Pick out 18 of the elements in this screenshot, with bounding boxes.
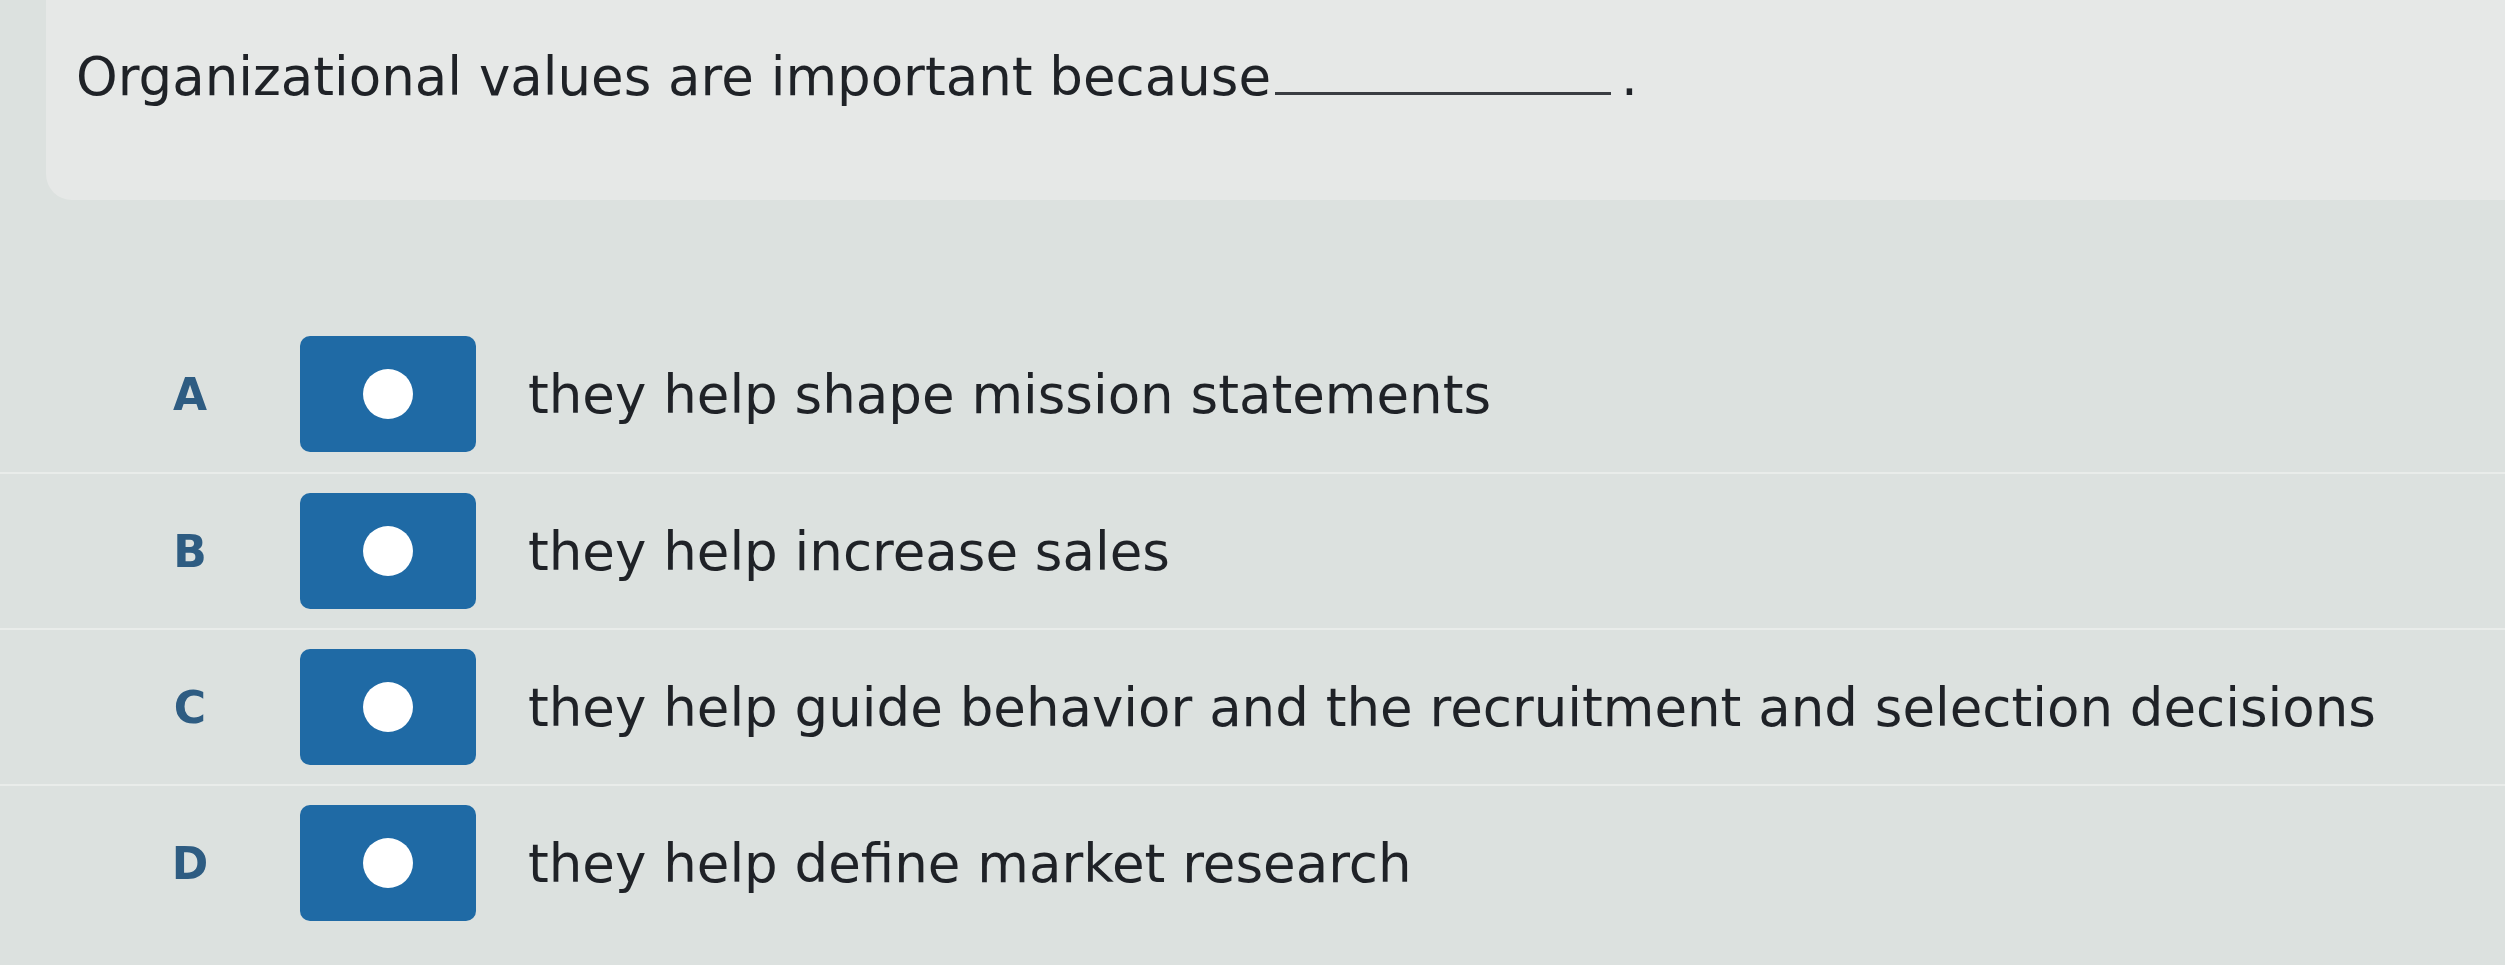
question-period: . [1621,45,1638,109]
option-letter: A [171,368,209,420]
radio-button[interactable] [300,336,476,452]
option-text: they help guide behavior and the recruitment and selection decisions [528,676,2376,738]
radio-button[interactable] [300,493,476,609]
radio-dot-icon [363,838,413,888]
option-text: they help shape mission statements [528,363,1492,425]
option-text: they help define market research [528,832,1412,894]
option-letter: C [172,681,208,733]
option-letter: B [172,525,208,577]
radio-button[interactable] [300,805,476,921]
question-text: Organizational values are important because [76,45,1272,109]
option-letter: D [170,837,210,889]
radio-button[interactable] [300,649,476,765]
radio-dot-icon [363,682,413,732]
option-text: they help increase sales [528,520,1170,582]
radio-dot-icon [363,369,413,419]
radio-dot-icon [363,526,413,576]
